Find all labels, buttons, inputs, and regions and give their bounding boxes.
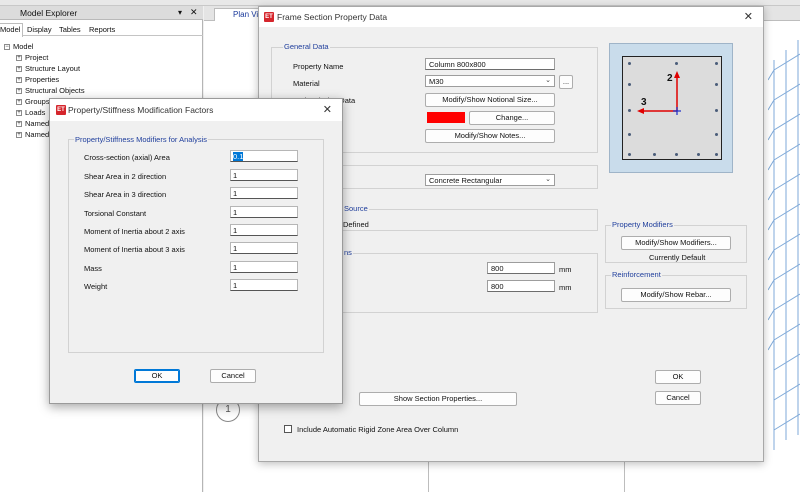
collapse-icon[interactable]: − [4,44,10,51]
dialog-titlebar: ET Frame Section Property Data ✕ [259,7,763,27]
rigid-zone-checkbox[interactable] [284,425,292,433]
close-icon[interactable]: ✕ [323,103,332,116]
torsional-constant-input[interactable]: 1 [230,206,298,218]
ok-button[interactable]: OK [134,369,180,383]
row-label-torsion: Torsional Constant [84,209,147,218]
dialog-title: Frame Section Property Data [277,12,388,22]
model-explorer-titlebar: Model Explorer ▾ ✕ [0,6,203,20]
tree-item-properties[interactable]: + Properties [16,75,59,84]
tab-model[interactable]: Model [0,23,24,37]
source-label: Source [343,204,369,213]
moment-inertia-2-input[interactable]: 1 [230,224,298,236]
expand-icon[interactable]: + [16,77,22,84]
tab-tables[interactable]: Tables [59,25,81,34]
model-explorer-title: Model Explorer [20,8,78,18]
explorer-tabs: Model Display Tables Reports [0,23,203,37]
dropdown-icon[interactable]: ▾ [178,8,182,17]
modify-modifiers-button[interactable]: Modify/Show Modifiers... [621,236,731,250]
notes-button[interactable]: Modify/Show Notes... [425,129,555,143]
ok-button[interactable]: OK [655,370,701,384]
chevron-down-icon: ⌄ [545,176,551,183]
row-label-mass: Mass [84,264,102,273]
shear-area-2-input[interactable]: 1 [230,169,298,181]
expand-icon[interactable]: + [16,110,22,117]
expand-icon[interactable]: + [16,99,22,106]
close-icon[interactable]: ✕ [190,7,198,18]
row-label-moment-3: Moment of Inertia about 3 axis [84,245,185,254]
modification-factors-dialog: ET Property/Stiffness Modification Facto… [49,98,343,404]
etabs-icon: ET [264,12,274,22]
row-label-shear-2: Shear Area in 2 direction [84,172,167,181]
modifiers-status: Currently Default [649,253,706,262]
axis-3-label: 3 [641,97,647,108]
material-browse-button[interactable]: ... [559,75,573,89]
tree-item-project[interactable]: + Project [16,53,48,62]
modify-rebar-button[interactable]: Modify/Show Rebar... [621,288,731,302]
cancel-button[interactable]: Cancel [210,369,256,383]
tree-item-structure-layout[interactable]: + Structure Layout [16,64,80,73]
expand-icon[interactable]: + [16,66,22,73]
row-label-weight: Weight [84,282,108,291]
property-name-label: Property Name [293,62,344,71]
close-icon[interactable]: ✕ [744,10,753,23]
row-label-moment-2: Moment of Inertia about 2 axis [84,227,185,236]
material-label: Material [293,79,320,88]
row-label-axial-area: Cross-section (axial) Area [84,153,170,162]
dialog-title: Property/Stiffness Modification Factors [68,105,214,115]
dimensions-label: ns [343,248,353,257]
chevron-down-icon: ⌄ [545,77,551,84]
expand-icon[interactable]: + [16,121,22,128]
notional-size-button[interactable]: Modify/Show Notional Size... [425,93,555,107]
tree-item-structural-objects[interactable]: + Structural Objects [16,86,85,95]
rigid-zone-label: Include Automatic Rigid Zone Area Over C… [297,425,459,434]
mass-input[interactable]: 1 [230,261,298,273]
display-color-swatch [427,112,465,123]
expand-icon[interactable]: + [16,55,22,62]
source-value: Defined [343,220,369,229]
width-unit: mm [559,283,572,292]
shear-area-3-input[interactable]: 1 [230,187,298,199]
3d-frame-view [768,40,800,450]
tree-item-loads[interactable]: + Loads [16,108,45,117]
axial-area-input[interactable]: 0.1 [230,150,298,162]
expand-icon[interactable]: + [16,132,22,139]
modifiers-group-label: Property/Stiffness Modifiers for Analysi… [74,135,208,144]
tab-display[interactable]: Display [27,25,52,34]
cancel-button[interactable]: Cancel [655,391,701,405]
change-color-button[interactable]: Change... [469,111,555,125]
moment-inertia-3-input[interactable]: 1 [230,242,298,254]
expand-icon[interactable]: + [16,88,22,95]
tree-item-model[interactable]: − Model [4,42,33,51]
depth-unit: mm [559,265,572,274]
row-label-shear-3: Shear Area in 3 direction [84,190,167,199]
shape-dropdown[interactable]: Concrete Rectangular ⌄ [425,174,555,186]
depth-input[interactable]: 800 [487,262,555,274]
axis-2-label: 2 [667,73,673,84]
tree-item-named[interactable]: + Named [16,119,49,128]
weight-input[interactable]: 1 [230,279,298,291]
general-data-label: General Data [283,42,330,51]
etabs-icon: ET [56,105,66,115]
width-input[interactable]: 800 [487,280,555,292]
property-name-input[interactable]: Column 800x800 [425,58,555,70]
local-axes-icon [637,71,681,115]
section-outline: 2 3 [622,56,722,160]
property-modifiers-label: Property Modifiers [611,220,674,229]
tree-item-named[interactable]: + Named [16,130,49,139]
tab-reports[interactable]: Reports [89,25,115,34]
dialog-titlebar: ET Property/Stiffness Modification Facto… [50,99,342,121]
section-preview: 2 3 [609,43,733,173]
show-section-properties-button[interactable]: Show Section Properties... [359,392,517,406]
tree-item-groups[interactable]: + Groups [16,97,50,106]
reinforcement-label: Reinforcement [611,270,662,279]
material-dropdown[interactable]: M30 ⌄ [425,75,555,87]
